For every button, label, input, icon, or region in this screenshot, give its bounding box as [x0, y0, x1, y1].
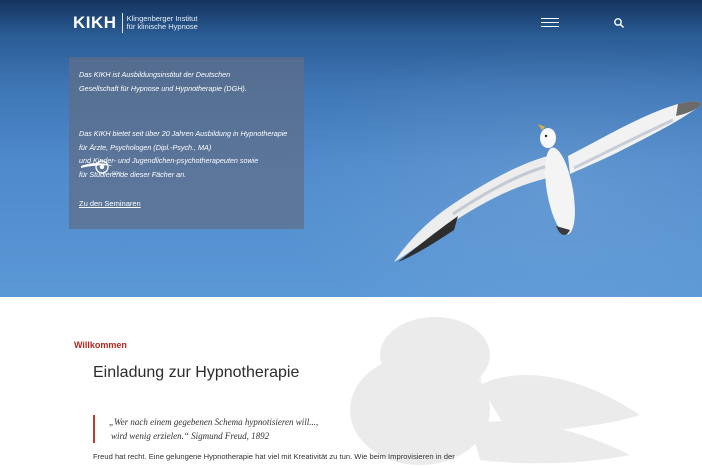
site-logo[interactable]: KIKH Klingenberger Institut für klinisch…	[73, 13, 198, 33]
page-title: Einladung zur Hypnotherapie	[93, 364, 300, 381]
hamburger-icon[interactable]	[541, 17, 559, 29]
logo-subtitle-line2: für klinische Hypnose	[126, 22, 198, 31]
intro-paragraph-training: Das KIKH bietet seit über 20 Jahren Ausb…	[79, 129, 288, 179]
intro-paragraph-dgh: Das KIKH ist Ausbildungsinstitut der Deu…	[79, 70, 247, 93]
top-navigation-bar: KIKH Klingenberger Institut für klinisch…	[0, 0, 702, 44]
freud-quote: „Wer nach einem gegebenen Schema hypnoti…	[93, 415, 318, 443]
search-icon[interactable]	[613, 17, 625, 29]
intro-body-text: Freud hat recht. Eine gelungene Hypnothe…	[93, 452, 455, 461]
logo-subtitle: Klingenberger Institut für klinische Hyp…	[127, 15, 198, 31]
section-kicker: Willkommen	[74, 340, 127, 350]
quote-line-1: „Wer nach einem gegebenen Schema hypnoti…	[109, 417, 319, 427]
hero-section: KIKH Klingenberger Institut für klinisch…	[0, 0, 702, 297]
seagull-image	[394, 101, 702, 262]
angel-statue-image	[350, 317, 640, 465]
logo-text: KIKH	[73, 13, 123, 33]
main-content: Willkommen Einladung zur Hypnotherapie „…	[0, 297, 702, 468]
seminars-link[interactable]: Zu den Seminaren	[79, 199, 141, 208]
intro-info-box: Das KIKH ist Ausbildungsinstitut der Deu…	[69, 57, 304, 229]
quote-line-2: wird wenig erzielen.“ Sigmund Freud, 189…	[111, 431, 270, 441]
